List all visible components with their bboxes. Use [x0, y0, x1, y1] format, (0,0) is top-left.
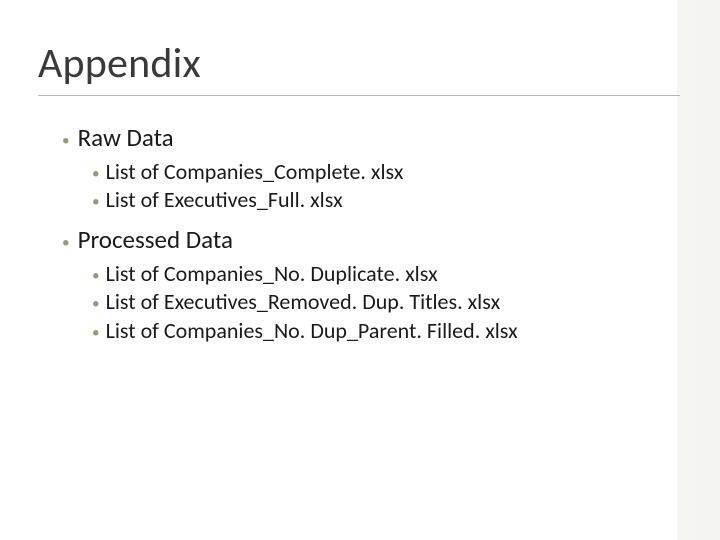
bullet-icon: • [62, 236, 70, 251]
slide: Appendix • Raw Data • List of Companies_Co… [0, 0, 720, 540]
bullet-icon: • [92, 269, 100, 284]
bullet-list-lvl1: • Raw Data • List of Companies_Complete. x… [62, 122, 720, 345]
item-text: List of Companies_No. Duplicate. xlsx [106, 260, 438, 287]
bullet-list-lvl2: • List of Companies_Complete. xlsx • List … [92, 158, 720, 214]
item-text: List of Companies_No. Dup_Parent. Filled… [106, 317, 518, 344]
list-item: • List of Companies_No. Duplicate. xlsx [92, 260, 720, 288]
bullet-icon: • [92, 297, 100, 312]
slide-title: Appendix [38, 38, 720, 89]
bullet-icon: • [62, 134, 70, 149]
list-item: • Raw Data • List of Companies_Complete. x… [62, 122, 720, 214]
bullet-list-lvl2: • List of Companies_No. Duplicate. xlsx •… [92, 260, 720, 344]
title-rule [38, 95, 680, 96]
section-heading: Processed Data [78, 224, 233, 255]
list-item: • List of Companies_No. Dup_Parent. Fille… [92, 317, 720, 345]
item-text: List of Executives_Full. xlsx [106, 186, 343, 213]
section-heading: Raw Data [78, 122, 174, 153]
item-text: List of Executives_Removed. Dup. Titles.… [106, 288, 501, 315]
item-text: List of Companies_Complete. xlsx [106, 158, 404, 185]
bullet-icon: • [92, 195, 100, 210]
list-item: • Processed Data • List of Companies_No. D… [62, 224, 720, 344]
bullet-icon: • [92, 326, 100, 341]
bullet-icon: • [92, 167, 100, 182]
list-item: • List of Executives_Full. xlsx [92, 186, 720, 214]
list-item: • List of Companies_Complete. xlsx [92, 158, 720, 186]
list-item: • List of Executives_Removed. Dup. Titles… [92, 288, 720, 316]
